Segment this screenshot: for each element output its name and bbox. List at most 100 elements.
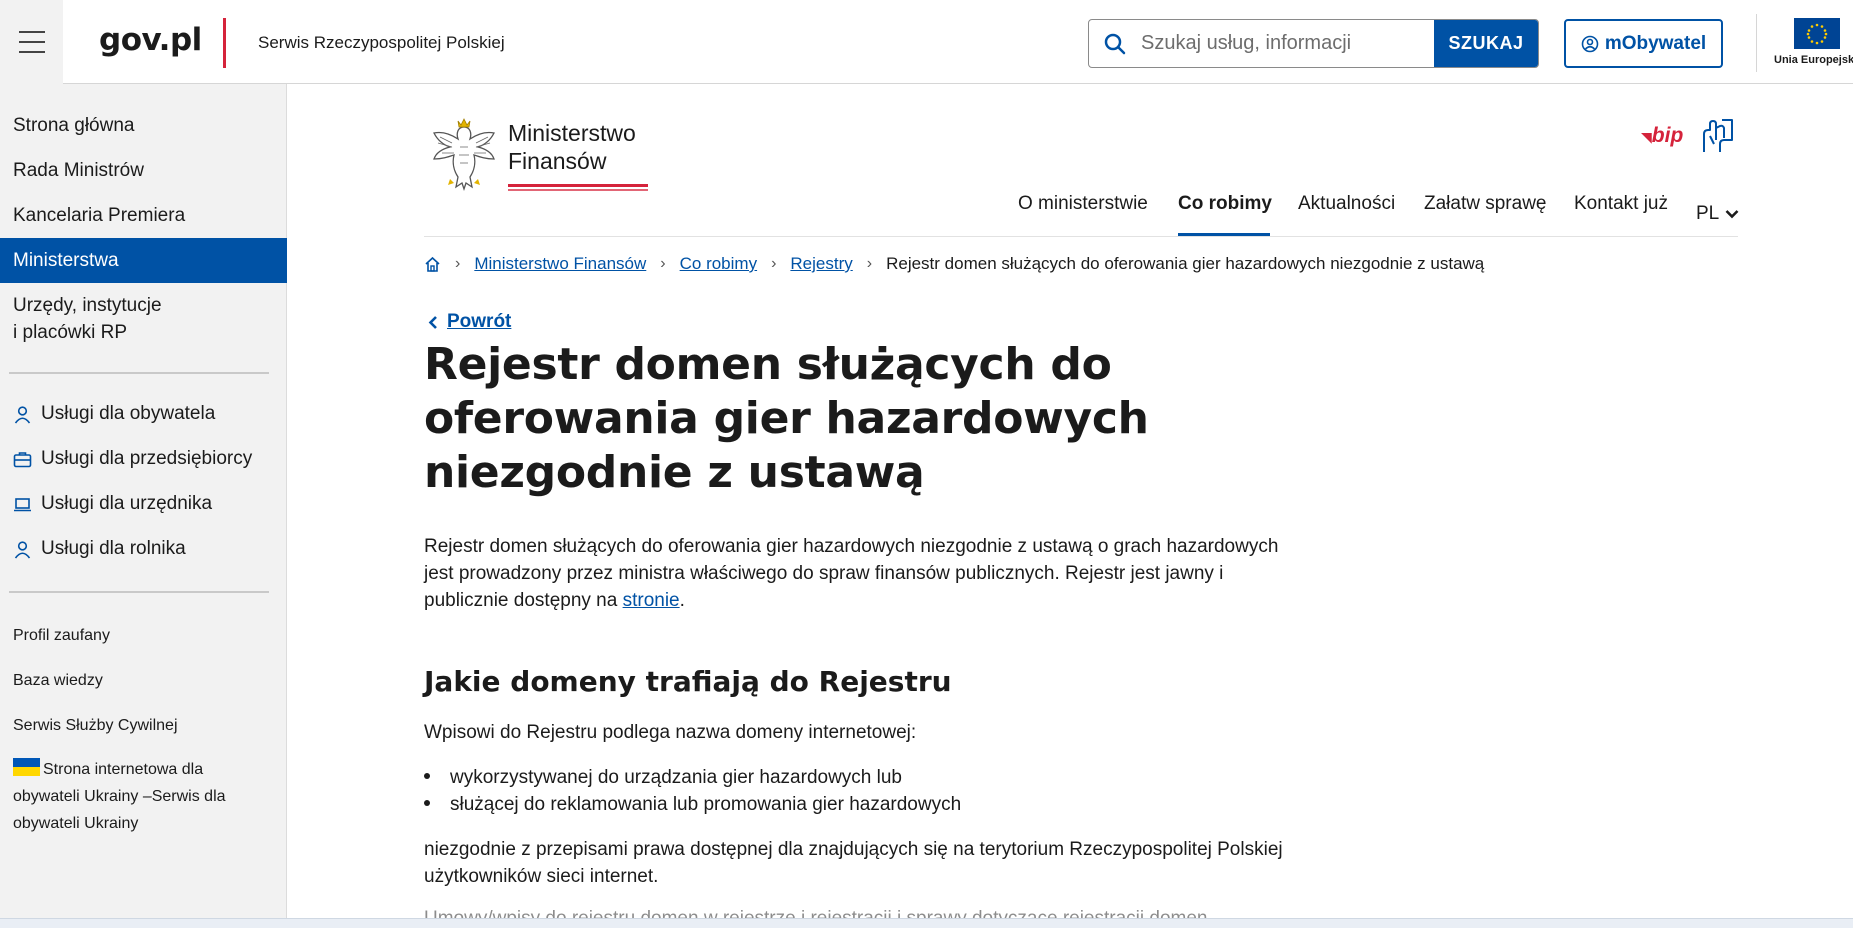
sidebar-item-urzedy-line2: i placówki RP [13,322,128,343]
sidebar-item-rada[interactable]: Rada Ministrów [0,157,287,184]
breadcrumb-separator-icon: › [866,255,873,272]
ministry-logo-line [508,184,648,187]
ukraine-line3: obywateli Ukrainy [13,815,139,832]
intro-link-stronie[interactable]: stronie [623,590,680,611]
list-item-text: wykorzystywanej do urządzania gier hazar… [450,767,903,788]
section-paragraph-line2: użytkowników sieci internet. [424,866,659,887]
language-select[interactable]: PL [1696,203,1739,225]
cut-off-paragraph: Umowy/wpisy do rejestru domen w rejestrz… [424,908,1284,918]
page-title: Rejestr domen służących do oferowania gi… [424,338,1184,500]
sidebar-item-urzedy[interactable]: Urzędy, instytucje i placówki RP [0,292,287,346]
sidebar: Strona główna Rada Ministrów Kancelaria … [0,84,287,918]
window-bottom-edge [0,918,1853,928]
sidebar-service-business[interactable]: Usługi dla przedsiębiorcy [13,448,252,470]
sidebar-link-sluzba[interactable]: Serwis Służby Cywilnej [13,712,178,739]
logo-divider [223,18,226,68]
intro-line3-text: publicznie dostępny na [424,590,623,611]
ministry-name-line1: Ministerstwo [508,120,636,146]
sidebar-service-farmer[interactable]: Usługi dla rolnika [13,538,186,560]
ukraine-flag-icon [13,758,40,776]
search-icon [1089,20,1141,67]
search-button[interactable]: SZUKAJ [1434,20,1538,67]
sidebar-item-urzedy-line1: Urzędy, instytucje [13,295,162,316]
search-bar: SZUKAJ [1088,19,1539,68]
bip-label: bip [1651,124,1684,147]
intro-line1: Rejestr domen służących do oferowania gi… [424,536,1279,557]
mobywatel-label: mObywatel [1604,32,1707,54]
chevron-down-icon [1725,210,1739,219]
breadcrumb-separator-icon: › [660,255,666,272]
ministry-name: Ministerstwo Finansów [508,119,636,175]
menu-button[interactable] [0,0,63,84]
user-circle-icon [1581,35,1599,52]
topnav-zalatw-sprawe[interactable]: Załatw sprawę [1424,193,1547,215]
ministry-logo-line [508,189,648,191]
chevron-left-icon [428,315,437,329]
breadcrumb: › Ministerstwo Finansów › Co robimy › Re… [424,254,1484,274]
eu-divider [1756,14,1757,72]
service-label: Usługi dla urzędnika [41,493,213,514]
topnav-o-ministerstwie[interactable]: O ministerstwie [1018,193,1148,215]
topnav-co-robimy[interactable]: Co robimy [1178,193,1272,215]
back-link[interactable]: Powrót [428,311,511,333]
ministry-logo[interactable]: Ministerstwo Finansów [428,113,636,193]
service-label: Usługi dla przedsiębiorcy [41,448,253,469]
breadcrumb-separator-icon: › [455,255,461,272]
bullet-icon [424,799,430,806]
intro-line3-end: . [679,590,685,611]
nav-divider [424,236,1738,237]
section-paragraph-line1: niezgodnie z przepisami prawa dostępnej … [424,839,1283,860]
page-title-line1: Rejestr domen służących do [424,339,1112,390]
list-item: służącej do reklamowania lub promowania … [424,791,961,818]
page-title-line2: oferowania gier hazardowych [424,393,1149,444]
ukraine-line2: obywateli Ukrainy –Serwis dla [13,788,226,805]
laptop-icon [14,497,31,511]
bip-icon: ◥ [1641,129,1652,145]
eu-caption: Unia Europejska [1774,54,1853,66]
hamburger-icon [18,27,45,57]
intro-line2: jest prowadzony przez ministra właściweg… [424,563,1224,584]
site-subtitle: Serwis Rzeczypospolitej Polskiej [258,33,505,52]
service-label: Usługi dla rolnika [41,538,186,559]
eu-flag-icon [1794,18,1840,49]
ministry-name-line2: Finansów [508,148,607,174]
sidebar-link-ukraine[interactable]: Strona internetowa dla obywateli Ukrainy… [13,756,278,837]
search-input[interactable] [1141,20,1434,67]
section-lead: Wpisowi do Rejestru podlega nazwa domeny… [424,722,917,743]
sidebar-link-profil[interactable]: Profil zaufany [13,622,110,649]
person-icon [14,540,31,558]
ukraine-line1: Strona internetowa dla [43,761,204,778]
section-paragraph: niezgodnie z przepisami prawa dostępnej … [424,836,1284,890]
breadcrumb-current: Rejestr domen służących do oferowania gi… [886,254,1485,273]
eu-logo[interactable]: Unia Europejska [1774,18,1853,66]
breadcrumb-ministerstwo[interactable]: Ministerstwo Finansów [474,254,646,274]
mobywatel-button[interactable]: mObywatel [1564,19,1723,68]
section-heading: Jakie domeny trafiają do Rejestru [424,665,952,698]
intro-paragraph: Rejestr domen służących do oferowania gi… [424,533,1284,614]
service-label: Usługi dla obywatela [41,403,216,424]
intro-line3: publicznie dostępny na stronie. [424,587,1284,614]
sidebar-item-home[interactable]: Strona główna [0,112,287,139]
govpl-logo[interactable]: gov.pl [99,22,202,58]
topnav-kontakt[interactable]: Kontakt już [1574,193,1668,215]
sidebar-item-kancelaria[interactable]: Kancelaria Premiera [0,202,287,229]
briefcase-icon [13,451,32,467]
breadcrumb-co-robimy[interactable]: Co robimy [680,254,757,274]
site-header: gov.pl Serwis Rzeczypospolitej Polskiej … [0,0,1853,84]
sidebar-service-official[interactable]: Usługi dla urzędnika [13,493,212,515]
person-icon [14,405,31,423]
page-title-line3: niezgodnie z ustawą [424,447,925,498]
breadcrumb-rejestry[interactable]: Rejestry [790,254,852,274]
bip-link[interactable]: ◥bip [1641,124,1683,148]
home-icon[interactable] [424,256,441,273]
sidebar-divider [9,591,269,593]
sidebar-item-ministerstwa[interactable]: Ministerstwa [0,238,287,283]
bullet-icon [424,772,430,779]
sidebar-link-baza[interactable]: Baza wiedzy [13,667,103,694]
sign-language-icon[interactable] [1698,116,1738,161]
eagle-emblem-icon [433,118,495,192]
sidebar-service-citizen[interactable]: Usługi dla obywatela [13,403,215,425]
breadcrumb-separator-icon: › [771,255,777,272]
topnav-aktualnosci[interactable]: Aktualności [1298,193,1395,215]
language-label: PL [1696,203,1720,224]
